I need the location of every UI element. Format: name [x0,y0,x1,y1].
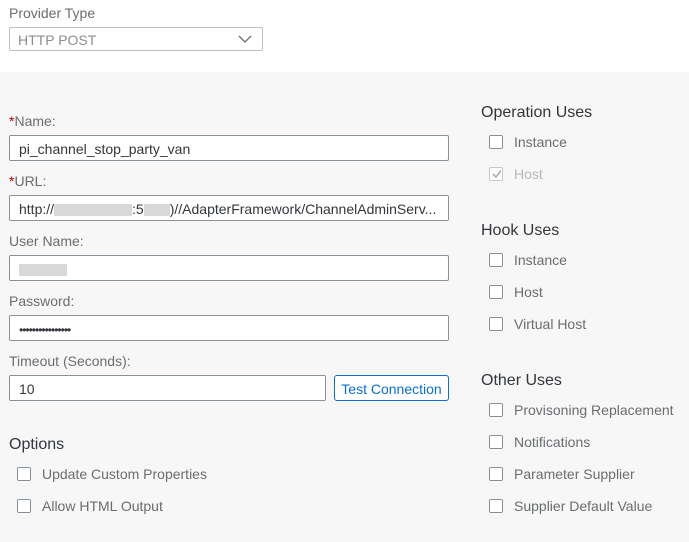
checkbox-allow-html-output[interactable]: Allow HTML Output [17,496,163,516]
operation-uses-heading: Operation Uses [481,104,593,121]
url-label: *URL: [9,173,46,189]
checkbox-label: Update Custom Properties [42,466,207,482]
checkbox-box[interactable] [489,467,503,481]
redacted-username [19,264,67,277]
checkbox-label: Instance [514,252,567,268]
redacted-host [54,204,133,217]
timeout-input-value: 10 [19,381,35,397]
checkbox-box[interactable] [17,467,31,481]
checkbox-provisioning-replacement[interactable]: Provisoning Replacement [489,400,674,420]
url-input-value: http:// :5 )//AdapterFramework/ChannelAdmi… [19,201,436,217]
provider-type-label: Provider Type [9,5,96,21]
checkbox-label: Host [514,166,543,182]
username-input-value [19,261,67,277]
provider-type-value: HTTP POST [18,32,97,48]
password-input-value: •••••••••••••••• [19,323,71,337]
checkbox-hook-instance[interactable]: Instance [489,250,567,270]
checkbox-operation-instance[interactable]: Instance [489,132,567,152]
checkbox-label: Host [514,284,543,300]
checkbox-box[interactable] [489,403,503,417]
checkbox-update-custom-properties[interactable]: Update Custom Properties [17,464,207,484]
url-input[interactable]: http:// :5 )//AdapterFramework/ChannelAdmi… [9,195,449,221]
username-label: User Name: [9,233,84,249]
name-input-value: pi_channel_stop_party_van [19,141,191,157]
name-label: *Name: [9,113,56,129]
url-suffix: )//AdapterFramework/ChannelAdminServ... [169,201,437,217]
checkbox-label: Parameter Supplier [514,466,635,482]
provider-section: Provider Type HTTP POST [0,0,689,72]
checkbox-label: Provisoning Replacement [514,402,674,418]
checkbox-hook-virtual-host[interactable]: Virtual Host [489,314,586,334]
provider-type-select[interactable]: HTTP POST [9,27,263,51]
password-input[interactable]: •••••••••••••••• [9,315,449,341]
checkbox-operation-host: Host [489,164,543,184]
checkbox-parameter-supplier[interactable]: Parameter Supplier [489,464,635,484]
hook-uses-heading: Hook Uses [481,222,560,239]
other-uses-heading: Other Uses [481,372,562,389]
checkbox-box[interactable] [489,317,503,331]
chevron-down-icon [238,35,252,43]
checkbox-label: Supplier Default Value [514,498,653,514]
checkbox-hook-host[interactable]: Host [489,282,543,302]
checkmark-icon [492,170,502,179]
checkbox-box [489,167,503,181]
username-input[interactable] [9,255,449,281]
checkbox-box[interactable] [489,499,503,513]
checkbox-label: Notifications [514,434,591,450]
timeout-label: Timeout (Seconds): [9,353,131,369]
url-prefix: http:// [19,201,55,217]
test-connection-button[interactable]: Test Connection [334,375,449,401]
url-label-text: URL: [14,173,47,189]
checkbox-label: Virtual Host [514,316,587,332]
checkbox-box[interactable] [489,285,503,299]
checkbox-supplier-default-value[interactable]: Supplier Default Value [489,496,652,516]
name-label-text: Name: [14,113,56,129]
password-label: Password: [9,293,75,309]
checkbox-box[interactable] [489,253,503,267]
url-port-prefix: :5 [132,201,144,217]
name-input[interactable]: pi_channel_stop_party_van [9,135,449,161]
checkbox-box[interactable] [17,499,31,513]
checkbox-box[interactable] [489,435,503,449]
redacted-port [143,204,170,217]
checkbox-label: Allow HTML Output [42,498,163,514]
options-heading: Options [9,436,65,453]
checkbox-label: Instance [514,134,567,150]
checkbox-box[interactable] [489,135,503,149]
checkbox-notifications[interactable]: Notifications [489,432,590,452]
timeout-input[interactable]: 10 [9,375,326,401]
